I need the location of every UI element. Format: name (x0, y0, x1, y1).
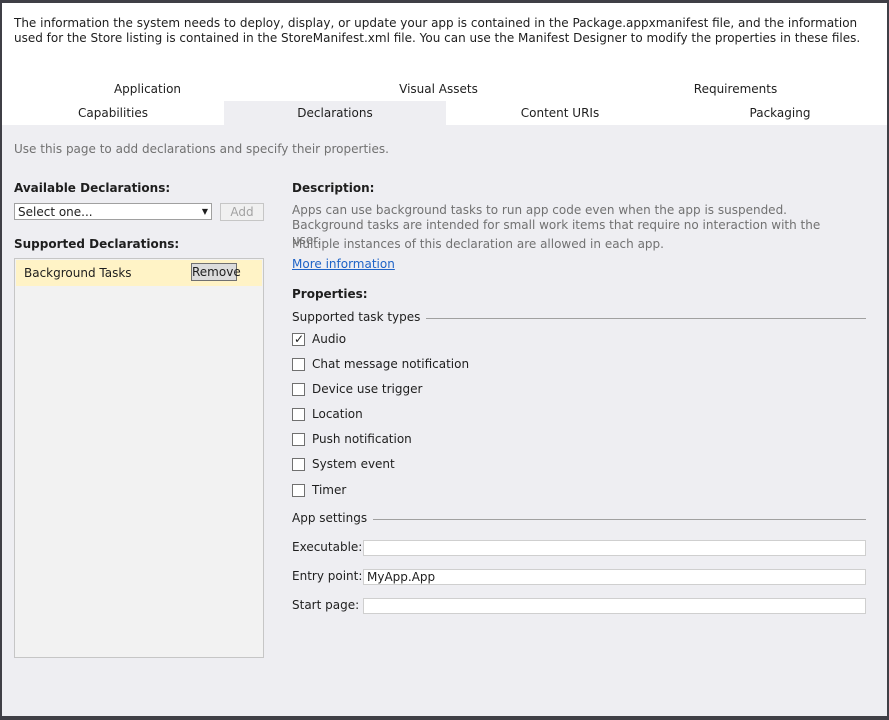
checkbox-label: Chat message notification (312, 357, 470, 371)
tab-requirements[interactable]: Requirements (628, 77, 843, 101)
checkbox-label: Audio (312, 332, 347, 346)
checkbox[interactable] (292, 458, 305, 471)
page-hint: Use this page to add declarations and sp… (14, 142, 389, 156)
remove-button[interactable]: Remove (191, 263, 241, 281)
checkbox-label: Timer (312, 483, 347, 497)
multiple-instances-text: Multiple instances of this declaration a… (292, 237, 664, 251)
tab-application[interactable]: Application (40, 77, 255, 101)
tab-content-uris[interactable]: Content URIs (446, 101, 674, 125)
entry-point-label: Entry point: (292, 569, 363, 583)
executable-field[interactable] (363, 540, 866, 556)
tab-capabilities[interactable]: Capabilities (2, 101, 224, 125)
dropdown-arrow-icon: ▼ (201, 207, 208, 216)
supported-declarations-label: Supported Declarations: (14, 237, 180, 251)
window-bottom-border (0, 716, 889, 720)
checkbox[interactable] (292, 484, 305, 497)
checkbox-label: System event (312, 457, 395, 471)
group-divider (292, 519, 866, 520)
executable-label: Executable: (292, 540, 363, 554)
properties-label: Properties: (292, 287, 368, 301)
more-information-link[interactable]: More information (292, 257, 395, 271)
task-types-group-header: Supported task types (292, 310, 866, 326)
checkbox[interactable] (292, 383, 305, 396)
checkbox[interactable] (292, 358, 305, 371)
start-page-field[interactable] (363, 598, 866, 614)
tab-visual-assets[interactable]: Visual Assets (330, 77, 547, 101)
checkmark-icon: ✓ (294, 332, 305, 346)
declaration-label: Background Tasks (24, 266, 132, 280)
tab-packaging[interactable]: Packaging (674, 101, 886, 125)
checkbox[interactable] (292, 408, 305, 421)
start-page-label: Start page: (292, 598, 360, 612)
task-types-label: Supported task types (292, 310, 427, 324)
app-settings-group-header: App settings (292, 511, 866, 527)
entry-point-field[interactable]: MyApp.App (363, 569, 866, 585)
supported-declarations-list: Background Tasks Remove (14, 258, 264, 658)
available-declarations-select[interactable]: Select one... ▼ (14, 203, 212, 220)
tab-declarations[interactable]: Declarations (224, 101, 446, 125)
available-declarations-label: Available Declarations: (14, 181, 171, 195)
description-label: Description: (292, 181, 375, 195)
checkbox-label: Push notification (312, 432, 412, 446)
checkbox[interactable] (292, 433, 305, 446)
app-settings-label: App settings (292, 511, 374, 525)
list-item[interactable]: Background Tasks Remove (16, 260, 262, 286)
checkbox-label: Device use trigger (312, 382, 423, 396)
add-button[interactable]: Add (220, 203, 264, 221)
select-value: Select one... (18, 205, 93, 219)
checkbox[interactable]: ✓ (292, 332, 305, 346)
checkbox-label: Location (312, 407, 363, 421)
manifest-intro-text: The information the system needs to depl… (14, 16, 861, 45)
